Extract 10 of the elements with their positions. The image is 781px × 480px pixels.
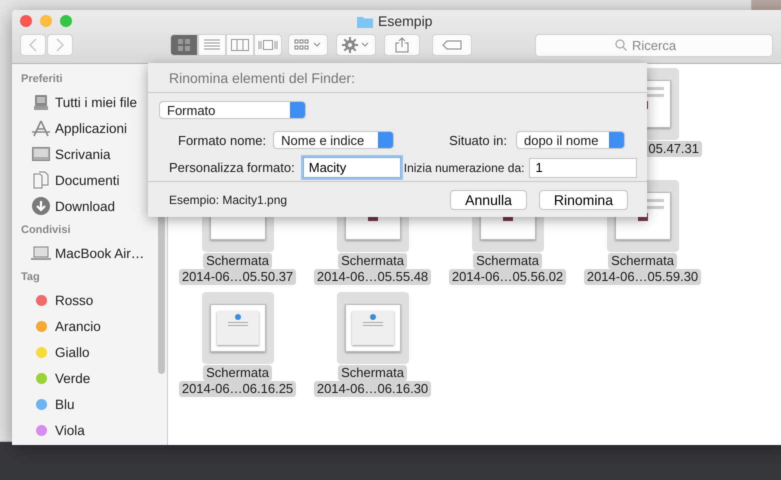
field-label: Situato in: [449,132,507,148]
field-label: Personalizza formato: [169,160,295,175]
field-label: Inizia numerazione da: [404,160,524,174]
field-label: Formato nome: [178,132,266,148]
window-title: Esempip [378,13,432,29]
section-heading: Preferiti [20,72,64,87]
section-heading: Condivisi [20,223,72,238]
section-heading: Tag [20,270,41,285]
example-text: Esempio: Macity1.png [169,192,288,206]
dialog-title: Rinomina elementi del Finder: [148,63,647,93]
